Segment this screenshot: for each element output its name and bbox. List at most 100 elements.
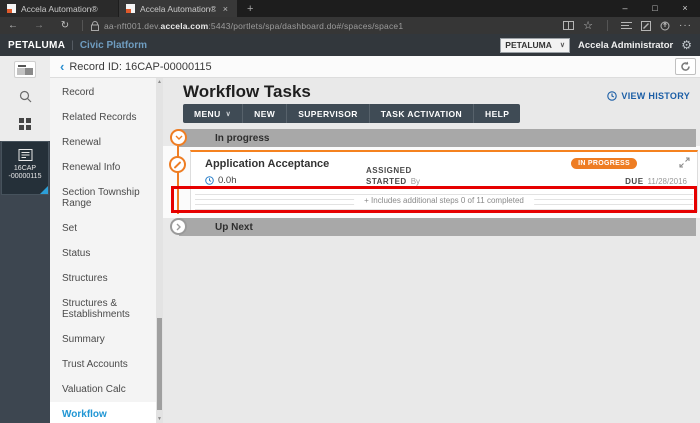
history-clock-icon [607, 91, 617, 101]
nav-item-structures-establishments[interactable]: Structures & Establishments [50, 291, 156, 327]
web-note-icon[interactable] [641, 21, 651, 31]
record-header-bar: ‹ Record ID: 16CAP-00000115 [50, 56, 700, 78]
due-field: DUE 11/28/2016 [625, 177, 687, 186]
nav-item-renewal[interactable]: Renewal [50, 130, 156, 155]
record-id-title: Record ID: 16CAP-00000115 [69, 61, 211, 73]
url-box[interactable]: aa-nft001.dev.accela.com:5443/portlets/s… [87, 21, 563, 31]
agency-select-value: PETALUMA [505, 40, 552, 50]
task-activation-label: TASK ACTIVATION [381, 109, 462, 119]
forward-icon[interactable]: → [26, 20, 52, 31]
in-progress-expand-toggle[interactable] [170, 129, 187, 146]
document-icon [18, 149, 33, 161]
back-icon[interactable]: ← [0, 20, 26, 31]
up-next-expand-toggle[interactable] [170, 218, 187, 235]
menu-button[interactable]: MENU ∨ [183, 104, 243, 123]
refresh-record-button[interactable] [675, 58, 696, 75]
url-text[interactable]: aa-nft001.dev.accela.com:5443/portlets/s… [104, 21, 403, 31]
browser-tab-active[interactable]: Accela Automation® × [119, 0, 237, 17]
new-button[interactable]: NEW [243, 104, 287, 123]
view-history-label: VIEW HISTORY [621, 91, 690, 101]
clock-icon [205, 176, 214, 185]
hub-icon[interactable] [621, 21, 632, 30]
nav-item-summary[interactable]: Summary [50, 327, 156, 352]
chevron-down-icon: ∨ [226, 110, 232, 118]
nav-item-set[interactable]: Set [50, 216, 156, 241]
more-icon[interactable]: ··· [679, 20, 692, 31]
supervisor-label: SUPERVISOR [298, 109, 358, 119]
nav-item-structures[interactable]: Structures [50, 266, 156, 291]
app-header: PETALUMA | Civic Platform PETALUMA ∨ Acc… [0, 34, 700, 56]
reading-view-icon[interactable] [563, 21, 574, 30]
status-badge: IN PROGRESS [571, 158, 637, 169]
accela-favicon [126, 4, 135, 13]
started-label: STARTED [366, 177, 407, 186]
started-by: By [411, 177, 420, 186]
nav-item-valuation-calc[interactable]: Valuation Calc [50, 377, 156, 402]
browser-titlebar: Accela Automation® Accela Automation® × … [0, 0, 700, 17]
task-status-icon [169, 156, 186, 173]
view-history-link[interactable]: VIEW HISTORY [607, 91, 690, 101]
search-icon [19, 90, 32, 103]
scroll-down-icon[interactable]: ▼ [156, 416, 163, 422]
rail-icon-strip [0, 56, 50, 141]
tile-record-id2: -00000115 [9, 173, 42, 181]
pencil-icon [174, 161, 182, 169]
apps-grid-button[interactable] [0, 110, 50, 137]
tab-title: Accela Automation® [21, 4, 111, 14]
grid-icon [19, 118, 31, 130]
scroll-up-icon[interactable]: ▲ [156, 79, 163, 85]
tile-record-id: 16CAP [14, 165, 36, 173]
agency-select[interactable]: PETALUMA ∨ [500, 38, 570, 53]
due-date: 11/28/2016 [648, 177, 687, 186]
nav-item-section-township-range[interactable]: Section Township Range [50, 180, 156, 216]
lock-icon [91, 21, 99, 31]
annotation-highlight-box [171, 186, 697, 213]
divider [607, 20, 608, 31]
nav-item-renewal-info[interactable]: Renewal Info [50, 155, 156, 180]
expand-icon[interactable] [679, 157, 690, 168]
nav-item-status[interactable]: Status [50, 241, 156, 266]
nav-item-trust-accounts[interactable]: Trust Accounts [50, 352, 156, 377]
section-in-progress[interactable]: In progress [179, 129, 696, 147]
share-icon[interactable] [660, 21, 670, 31]
task-name: Application Acceptance [205, 158, 329, 170]
chevron-down-icon [175, 135, 183, 140]
task-activation-button[interactable]: TASK ACTIVATION [370, 104, 474, 123]
due-label: DUE [625, 177, 643, 186]
in-progress-label: In progress [215, 133, 269, 144]
nav-scrollbar-thumb[interactable] [157, 318, 162, 410]
record-nav-panel: Record Related Records Renewal Renewal I… [50, 78, 163, 423]
nav-item-related-records[interactable]: Related Records [50, 105, 156, 130]
workflow-toolbar: MENU ∨ NEW SUPERVISOR TASK ACTIVATION HE… [183, 104, 520, 123]
left-rail: 16CAP -00000115 [0, 56, 50, 423]
section-up-next[interactable]: Up Next [179, 218, 696, 236]
nav-item-record[interactable]: Record [50, 80, 156, 105]
browser-tab-inactive[interactable]: Accela Automation® [0, 0, 118, 17]
launchpad-icon [14, 61, 36, 78]
minimize-icon[interactable]: – [610, 0, 640, 17]
menu-label: MENU [194, 109, 221, 119]
refresh-icon[interactable]: ↻ [52, 20, 78, 31]
record-tab-tile[interactable]: 16CAP -00000115 [1, 141, 49, 195]
gear-icon[interactable]: ⚙ [681, 39, 692, 51]
tab-close-icon[interactable]: × [221, 4, 230, 14]
search-button[interactable] [0, 83, 50, 110]
chevron-down-icon: ∨ [560, 41, 565, 49]
back-chevron-icon[interactable]: ‹ [60, 59, 64, 74]
nav-scrollbar[interactable]: ▲ ▼ [156, 78, 163, 423]
tile-corner-flag [40, 186, 48, 194]
supervisor-button[interactable]: SUPERVISOR [287, 104, 370, 123]
close-icon[interactable]: × [670, 0, 700, 17]
nav-item-workflow[interactable]: Workflow [50, 402, 156, 423]
favorite-star-icon[interactable]: ☆ [583, 19, 594, 32]
task-hours: 0.0h [205, 175, 237, 186]
maximize-icon[interactable]: □ [640, 0, 670, 17]
new-label: NEW [254, 109, 275, 119]
user-name[interactable]: Accela Administrator [578, 40, 673, 51]
new-tab-button[interactable]: + [237, 0, 263, 17]
accela-favicon [7, 4, 16, 13]
launchpad-button[interactable] [0, 56, 50, 83]
page-title: Workflow Tasks [183, 82, 311, 102]
product-name-link[interactable]: Civic Platform [80, 40, 147, 51]
help-button[interactable]: HELP [474, 104, 520, 123]
